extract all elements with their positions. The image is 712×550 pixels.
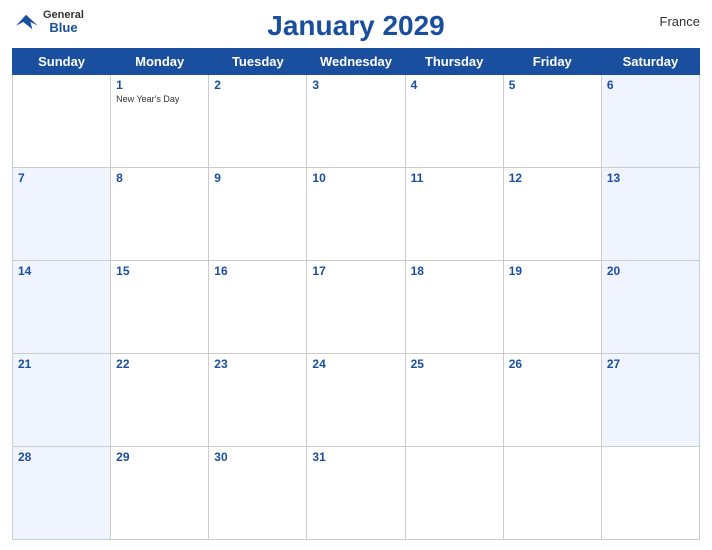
- calendar-body: 1New Year's Day2345678910111213141516171…: [13, 75, 700, 540]
- day-number-1: 1: [116, 78, 203, 92]
- day-number-27: 27: [607, 357, 694, 371]
- day-number-23: 23: [214, 357, 301, 371]
- day-cell-31: 31: [307, 447, 405, 540]
- day-cell-2: 2: [209, 75, 307, 168]
- header-wednesday: Wednesday: [307, 49, 405, 75]
- empty-day-cell: [405, 447, 503, 540]
- day-number-24: 24: [312, 357, 399, 371]
- empty-day-cell: [503, 447, 601, 540]
- header-thursday: Thursday: [405, 49, 503, 75]
- day-cell-16: 16: [209, 261, 307, 354]
- day-number-7: 7: [18, 171, 105, 185]
- header-saturday: Saturday: [601, 49, 699, 75]
- day-cell-25: 25: [405, 354, 503, 447]
- day-number-30: 30: [214, 450, 301, 464]
- day-number-8: 8: [116, 171, 203, 185]
- day-cell-26: 26: [503, 354, 601, 447]
- calendar-page: General Blue January 2029 France Sunday …: [0, 0, 712, 550]
- day-cell-3: 3: [307, 75, 405, 168]
- day-cell-17: 17: [307, 261, 405, 354]
- country-label: France: [660, 14, 700, 29]
- day-cell-28: 28: [13, 447, 111, 540]
- day-cell-10: 10: [307, 168, 405, 261]
- day-number-2: 2: [214, 78, 301, 92]
- day-cell-30: 30: [209, 447, 307, 540]
- day-cell-22: 22: [111, 354, 209, 447]
- day-cell-11: 11: [405, 168, 503, 261]
- day-number-6: 6: [607, 78, 694, 92]
- day-number-13: 13: [607, 171, 694, 185]
- day-cell-27: 27: [601, 354, 699, 447]
- weekday-header-row: Sunday Monday Tuesday Wednesday Thursday…: [13, 49, 700, 75]
- day-number-5: 5: [509, 78, 596, 92]
- day-cell-12: 12: [503, 168, 601, 261]
- day-number-10: 10: [312, 171, 399, 185]
- week-row-2: 789 10 11 12 13: [13, 168, 700, 261]
- day-number-15: 15: [116, 264, 203, 278]
- calendar-title: January 2029: [267, 10, 444, 42]
- week-row-5: 28 29 30 31: [13, 447, 700, 540]
- day-cell-1: 1 New Year's Day: [111, 75, 209, 168]
- day-number-11: 11: [411, 171, 498, 185]
- day-cell-5: 5: [503, 75, 601, 168]
- day-cell-15: 15: [111, 261, 209, 354]
- day-number-4: 4: [411, 78, 498, 92]
- empty-day-cell: [601, 447, 699, 540]
- day-number-9: 9: [214, 171, 301, 185]
- week-row-4: 21 22 23 24 25 26 27: [13, 354, 700, 447]
- day-number-16: 16: [214, 264, 301, 278]
- day-number-22: 22: [116, 357, 203, 371]
- day-cell-24: 24: [307, 354, 405, 447]
- header-monday: Monday: [111, 49, 209, 75]
- day-number-19: 19: [509, 264, 596, 278]
- day-cell-7: 7: [13, 168, 111, 261]
- day-cell-6: 6: [601, 75, 699, 168]
- empty-day-cell: [13, 75, 111, 168]
- week-row-3: 14 15 16 17 18 19 20: [13, 261, 700, 354]
- calendar-table: Sunday Monday Tuesday Wednesday Thursday…: [12, 48, 700, 540]
- day-number-17: 17: [312, 264, 399, 278]
- day-cell-20: 20: [601, 261, 699, 354]
- day-number-21: 21: [18, 357, 105, 371]
- day-cell-23: 23: [209, 354, 307, 447]
- day-number-25: 25: [411, 357, 498, 371]
- day-number-14: 14: [18, 264, 105, 278]
- day-number-28: 28: [18, 450, 105, 464]
- day-cell-18: 18: [405, 261, 503, 354]
- week-row-1: 1 New Year's Day 23456: [13, 75, 700, 168]
- day-number-3: 3: [312, 78, 399, 92]
- day-cell-4: 4: [405, 75, 503, 168]
- day-number-26: 26: [509, 357, 596, 371]
- day-number-12: 12: [509, 171, 596, 185]
- logo-blue-text: Blue: [49, 21, 77, 34]
- day-number-20: 20: [607, 264, 694, 278]
- day-number-31: 31: [312, 450, 399, 464]
- day-cell-14: 14: [13, 261, 111, 354]
- logo-bird-icon: [12, 13, 40, 31]
- day-cell-13: 13: [601, 168, 699, 261]
- holiday-label-1: New Year's Day: [116, 94, 203, 105]
- logo: General Blue: [12, 10, 84, 34]
- day-number-29: 29: [116, 450, 203, 464]
- day-number-18: 18: [411, 264, 498, 278]
- day-cell-29: 29: [111, 447, 209, 540]
- day-cell-19: 19: [503, 261, 601, 354]
- header-tuesday: Tuesday: [209, 49, 307, 75]
- header-sunday: Sunday: [13, 49, 111, 75]
- day-cell-8: 8: [111, 168, 209, 261]
- header-friday: Friday: [503, 49, 601, 75]
- day-cell-9: 9: [209, 168, 307, 261]
- calendar-header: General Blue January 2029 France: [12, 10, 700, 42]
- day-cell-21: 21: [13, 354, 111, 447]
